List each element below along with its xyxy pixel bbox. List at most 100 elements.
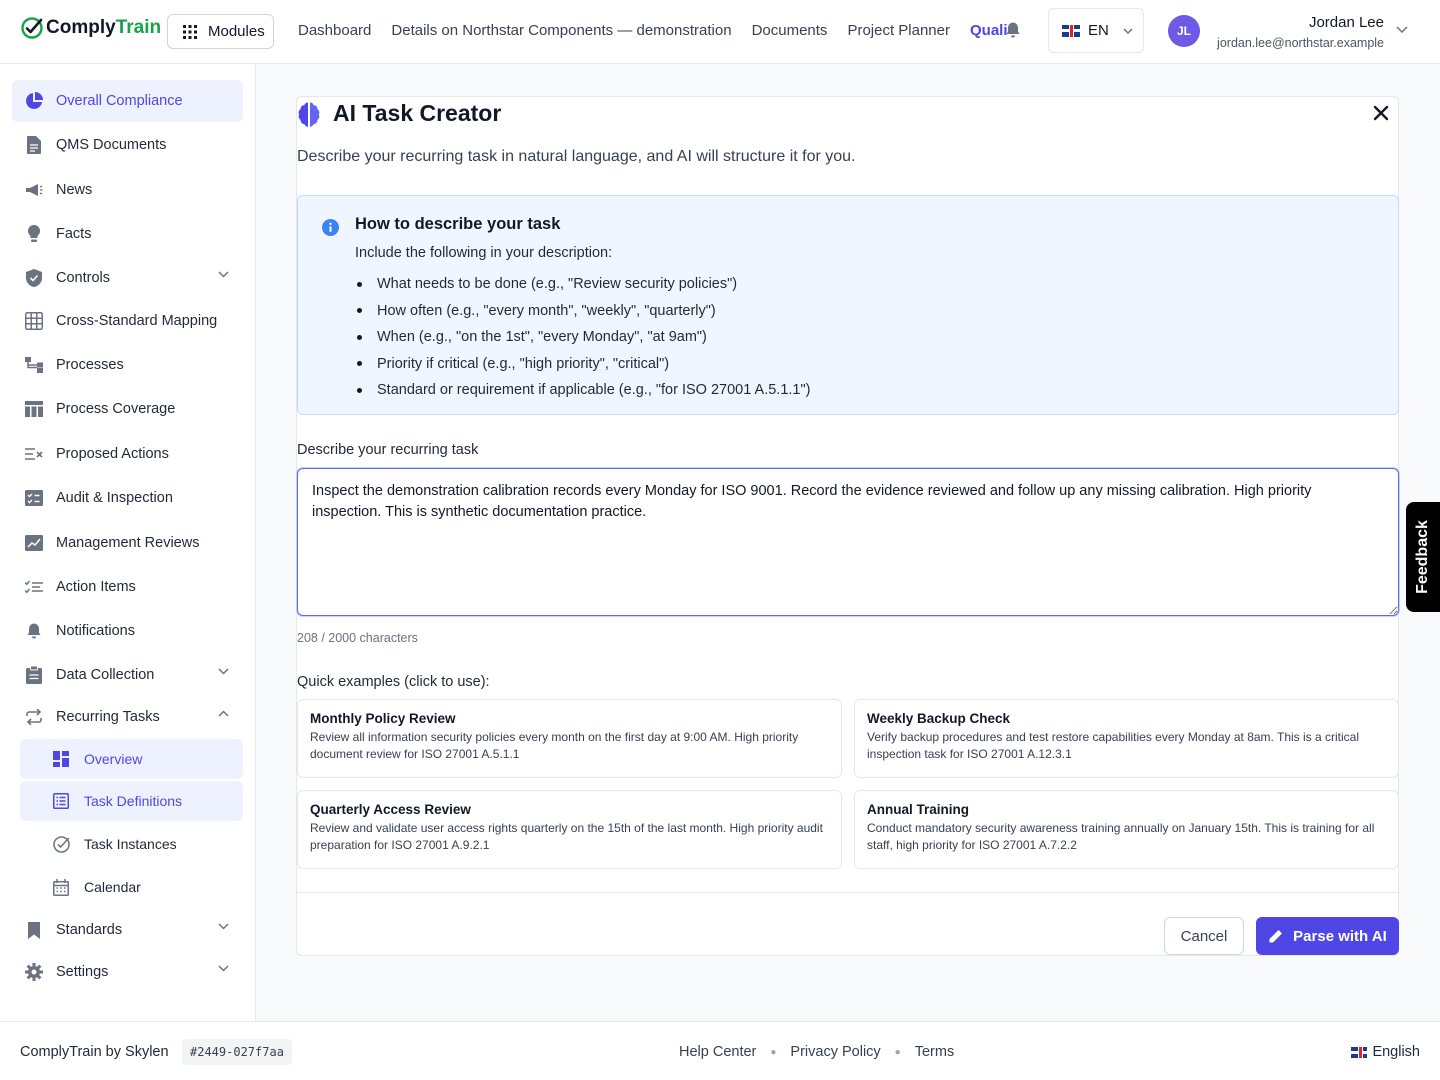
sidebar-item-notifications[interactable]: Notifications (12, 610, 243, 652)
clipboard-icon (24, 665, 44, 685)
modules-button[interactable]: Modules (167, 14, 274, 49)
task-description-textarea[interactable]: Inspect the demonstration calibration re… (297, 468, 1399, 616)
top-bar: Comply Train Modules Dashboard Details on… (0, 0, 1440, 64)
chevron-down-icon (1123, 27, 1133, 34)
instruction-item: What needs to be done (e.g., "Review sec… (355, 271, 810, 298)
privacy-policy-link[interactable]: Privacy Policy (790, 1044, 880, 1061)
instructions-lead: Include the following in your descriptio… (355, 245, 613, 261)
example-quarterly-access-review[interactable]: Quarterly Access Review Review and valid… (297, 790, 842, 869)
sidebar-sub-overview[interactable]: Overview (20, 739, 243, 779)
chevron-up-icon (218, 710, 229, 717)
dialog-subtitle: Describe your recurring task in natural … (297, 148, 856, 165)
avatar[interactable]: JL (1168, 15, 1200, 47)
footer-language-selector[interactable]: English (1351, 1044, 1420, 1060)
language-selector[interactable]: EN (1048, 8, 1144, 53)
sidebar-item-overall-compliance[interactable]: Overall Compliance (12, 80, 243, 122)
sidebar: Overall Compliance QMS Documents News Fa… (0, 64, 256, 1021)
user-email: jordan.lee@northstar.example (1217, 36, 1384, 50)
table-icon (24, 399, 44, 419)
instruction-item: How often (e.g., "every month", "weekly"… (355, 298, 810, 325)
chevron-down-icon (218, 668, 229, 675)
bell-icon[interactable] (1005, 21, 1021, 39)
example-monthly-policy-review[interactable]: Monthly Policy Review Review all informa… (297, 699, 842, 778)
sidebar-item-action-items[interactable]: Action Items (12, 566, 243, 608)
grid-icon (24, 311, 44, 331)
sidebar-item-data-collection[interactable]: Data Collection (12, 654, 243, 696)
instructions-box: How to describe your task Include the fo… (297, 195, 1399, 415)
sidebar-item-label: Controls (56, 270, 110, 286)
sidebar-sub-label: Task Definitions (84, 793, 183, 809)
sidebar-item-label: QMS Documents (56, 137, 167, 153)
nav-project-details[interactable]: Details on Northstar Components — demons… (391, 22, 731, 39)
sidebar-item-label: Data Collection (56, 667, 155, 683)
chevron-down-icon (218, 965, 229, 972)
dialog-title: AI Task Creator (297, 100, 501, 127)
sidebar-item-processes[interactable]: Processes (12, 344, 243, 386)
sidebar-item-facts[interactable]: Facts (12, 213, 243, 255)
parse-with-ai-button[interactable]: Parse with AI (1256, 917, 1399, 955)
language-code: EN (1088, 22, 1109, 39)
bell-icon (24, 621, 44, 641)
bookmark-icon (24, 920, 44, 940)
dialog-footer-divider (297, 892, 1399, 893)
example-title: Weekly Backup Check (867, 711, 1011, 726)
sidebar-sub-task-instances[interactable]: Task Instances (20, 824, 243, 864)
sidebar-item-label: Audit & Inspection (56, 490, 173, 506)
sidebar-item-recurring-tasks[interactable]: Recurring Tasks (12, 696, 243, 738)
sidebar-item-news[interactable]: News (12, 169, 243, 211)
separator-dot: ● (894, 1047, 901, 1058)
ai-task-creator-dialog: AI Task Creator Describe your recurring … (296, 96, 1399, 956)
uk-flag-icon (1062, 24, 1080, 37)
megaphone-icon (24, 180, 44, 200)
sidebar-item-standards[interactable]: Standards (12, 909, 243, 951)
sidebar-sub-label: Calendar (84, 879, 141, 895)
user-name[interactable]: Jordan Lee (1309, 14, 1384, 31)
instruction-item: Priority if critical (e.g., "high priori… (355, 351, 810, 378)
help-center-link[interactable]: Help Center (679, 1044, 756, 1061)
chart-edit-icon (24, 533, 44, 553)
sidebar-item-audit-inspection[interactable]: Audit & Inspection (12, 477, 243, 519)
sidebar-sub-label: Overview (84, 751, 143, 767)
sidebar-item-label: Notifications (56, 623, 135, 639)
chevron-down-icon (218, 923, 229, 930)
example-weekly-backup-check[interactable]: Weekly Backup Check Verify backup proced… (854, 699, 1399, 778)
sidebar-item-process-coverage[interactable]: Process Coverage (12, 388, 243, 430)
sidebar-item-cross-standard-mapping[interactable]: Cross-Standard Mapping (12, 300, 243, 342)
footer-brand: ComplyTrain by Skylen (20, 1044, 169, 1060)
sidebar-sub-label: Task Instances (84, 836, 177, 852)
flow-icon (24, 355, 44, 375)
logo-text-part1: Comply (46, 17, 116, 38)
check-circle-icon (52, 835, 70, 853)
sidebar-item-settings[interactable]: Settings (12, 951, 243, 993)
feedback-tab[interactable]: Feedback (1406, 502, 1440, 612)
sidebar-item-label: Cross-Standard Mapping (56, 313, 218, 329)
dashboard-icon (52, 750, 70, 768)
close-icon[interactable] (1371, 103, 1391, 123)
example-annual-training[interactable]: Annual Training Conduct mandatory securi… (854, 790, 1399, 869)
example-title: Monthly Policy Review (310, 711, 456, 726)
calendar-icon (52, 878, 70, 896)
nav-documents[interactable]: Documents (752, 22, 828, 39)
list-x-icon (24, 444, 44, 464)
instruction-item: When (e.g., "on the 1st", "every Monday"… (355, 324, 810, 351)
nav-dashboard[interactable]: Dashboard (298, 22, 371, 39)
sidebar-item-proposed-actions[interactable]: Proposed Actions (12, 433, 243, 475)
main-content: AI Task Creator Describe your recurring … (256, 64, 1440, 1021)
brain-icon (298, 102, 320, 127)
nav-quali[interactable]: Quali (970, 22, 1008, 39)
sidebar-item-qms-documents[interactable]: QMS Documents (12, 124, 243, 166)
app-logo[interactable]: Comply Train (20, 16, 161, 40)
user-menu-chevron-icon[interactable] (1396, 26, 1408, 33)
modules-label: Modules (208, 23, 265, 40)
sidebar-item-management-reviews[interactable]: Management Reviews (12, 522, 243, 564)
terms-link[interactable]: Terms (915, 1044, 954, 1061)
sidebar-item-controls[interactable]: Controls (12, 257, 243, 299)
quick-examples-label: Quick examples (click to use): (297, 674, 490, 690)
cancel-button[interactable]: Cancel (1164, 917, 1244, 955)
sidebar-item-label: Overall Compliance (56, 93, 183, 109)
logo-text-part2: Train (115, 17, 162, 38)
info-icon (322, 219, 339, 236)
nav-project-planner[interactable]: Project Planner (847, 22, 950, 39)
sidebar-sub-task-definitions[interactable]: Task Definitions (20, 781, 243, 821)
sidebar-sub-calendar[interactable]: Calendar (20, 867, 243, 907)
